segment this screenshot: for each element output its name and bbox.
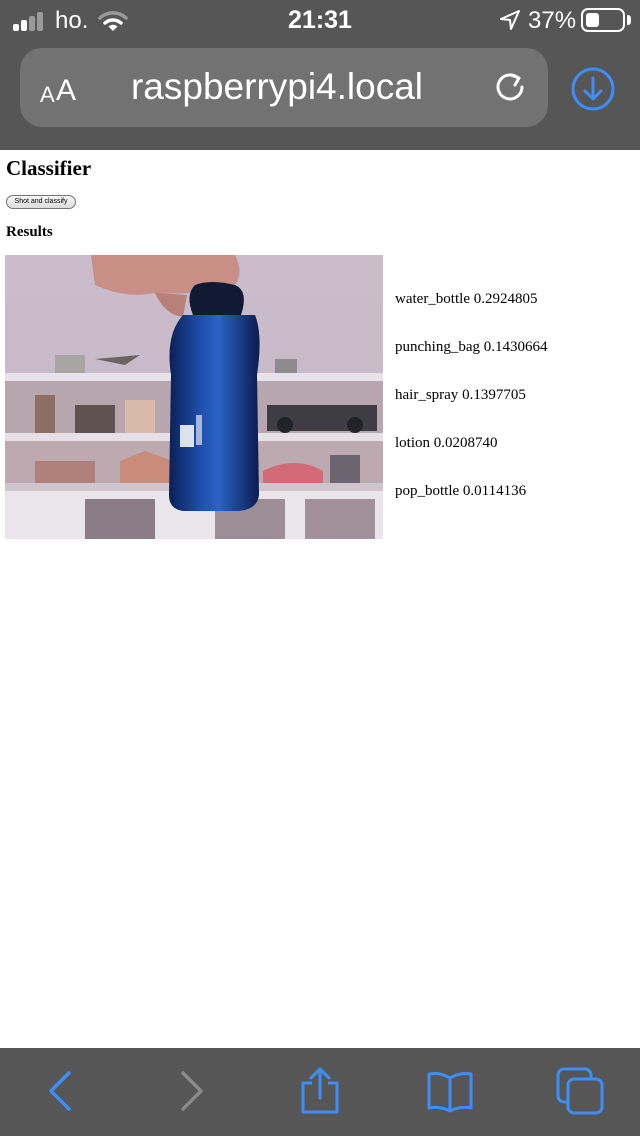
result-item: pop_bottle 0.0114136 (395, 483, 526, 500)
result-label: punching_bag (395, 339, 480, 355)
reader-small-a: A (40, 82, 55, 107)
reader-big-a: A (56, 74, 77, 107)
results-heading: Results (6, 224, 53, 240)
battery-icon (581, 8, 625, 32)
reader-options-button[interactable]: A A (40, 70, 84, 106)
battery-nub (627, 15, 631, 25)
shot-and-classify-button[interactable]: Shot and classify (6, 195, 76, 209)
bookmarks-icon[interactable] (425, 1066, 475, 1116)
result-label: water_bottle (395, 291, 470, 307)
battery-level (586, 13, 599, 27)
back-icon[interactable] (36, 1066, 86, 1116)
share-icon[interactable] (295, 1066, 345, 1116)
download-icon[interactable] (570, 66, 616, 112)
address-bar[interactable]: A A raspberrypi4.local (20, 48, 548, 127)
status-bar: ho. 21:31 37% (0, 0, 640, 42)
battery-percent: 37% (528, 7, 577, 34)
web-page: Classifier Shot and classify Results wat… (0, 150, 640, 1048)
result-label: pop_bottle (395, 483, 460, 499)
location-arrow-icon (500, 10, 520, 30)
result-item: hair_spray 0.1397705 (395, 387, 526, 404)
camera-snapshot-image (5, 255, 383, 539)
result-score: 0.1430664 (483, 339, 548, 355)
result-score: 0.1397705 (462, 387, 526, 403)
forward-icon[interactable] (166, 1066, 216, 1116)
url-text[interactable]: raspberrypi4.local (102, 66, 452, 108)
browser-toolbar (0, 1048, 640, 1136)
browser-chrome-top: ho. 21:31 37% A A raspberrypi4.local (0, 0, 640, 150)
result-score: 0.0208740 (433, 435, 498, 451)
result-item: punching_bag 0.1430664 (395, 339, 547, 356)
result-label: lotion (395, 435, 431, 451)
result-item: water_bottle 0.2924805 (395, 291, 537, 308)
tabs-icon[interactable] (555, 1066, 605, 1116)
result-label: hair_spray (395, 387, 459, 403)
result-item: lotion 0.0208740 (395, 435, 498, 452)
result-score: 0.0114136 (462, 483, 527, 499)
reload-icon[interactable] (492, 70, 528, 106)
result-score: 0.2924805 (473, 291, 538, 307)
page-title: Classifier (6, 156, 92, 180)
